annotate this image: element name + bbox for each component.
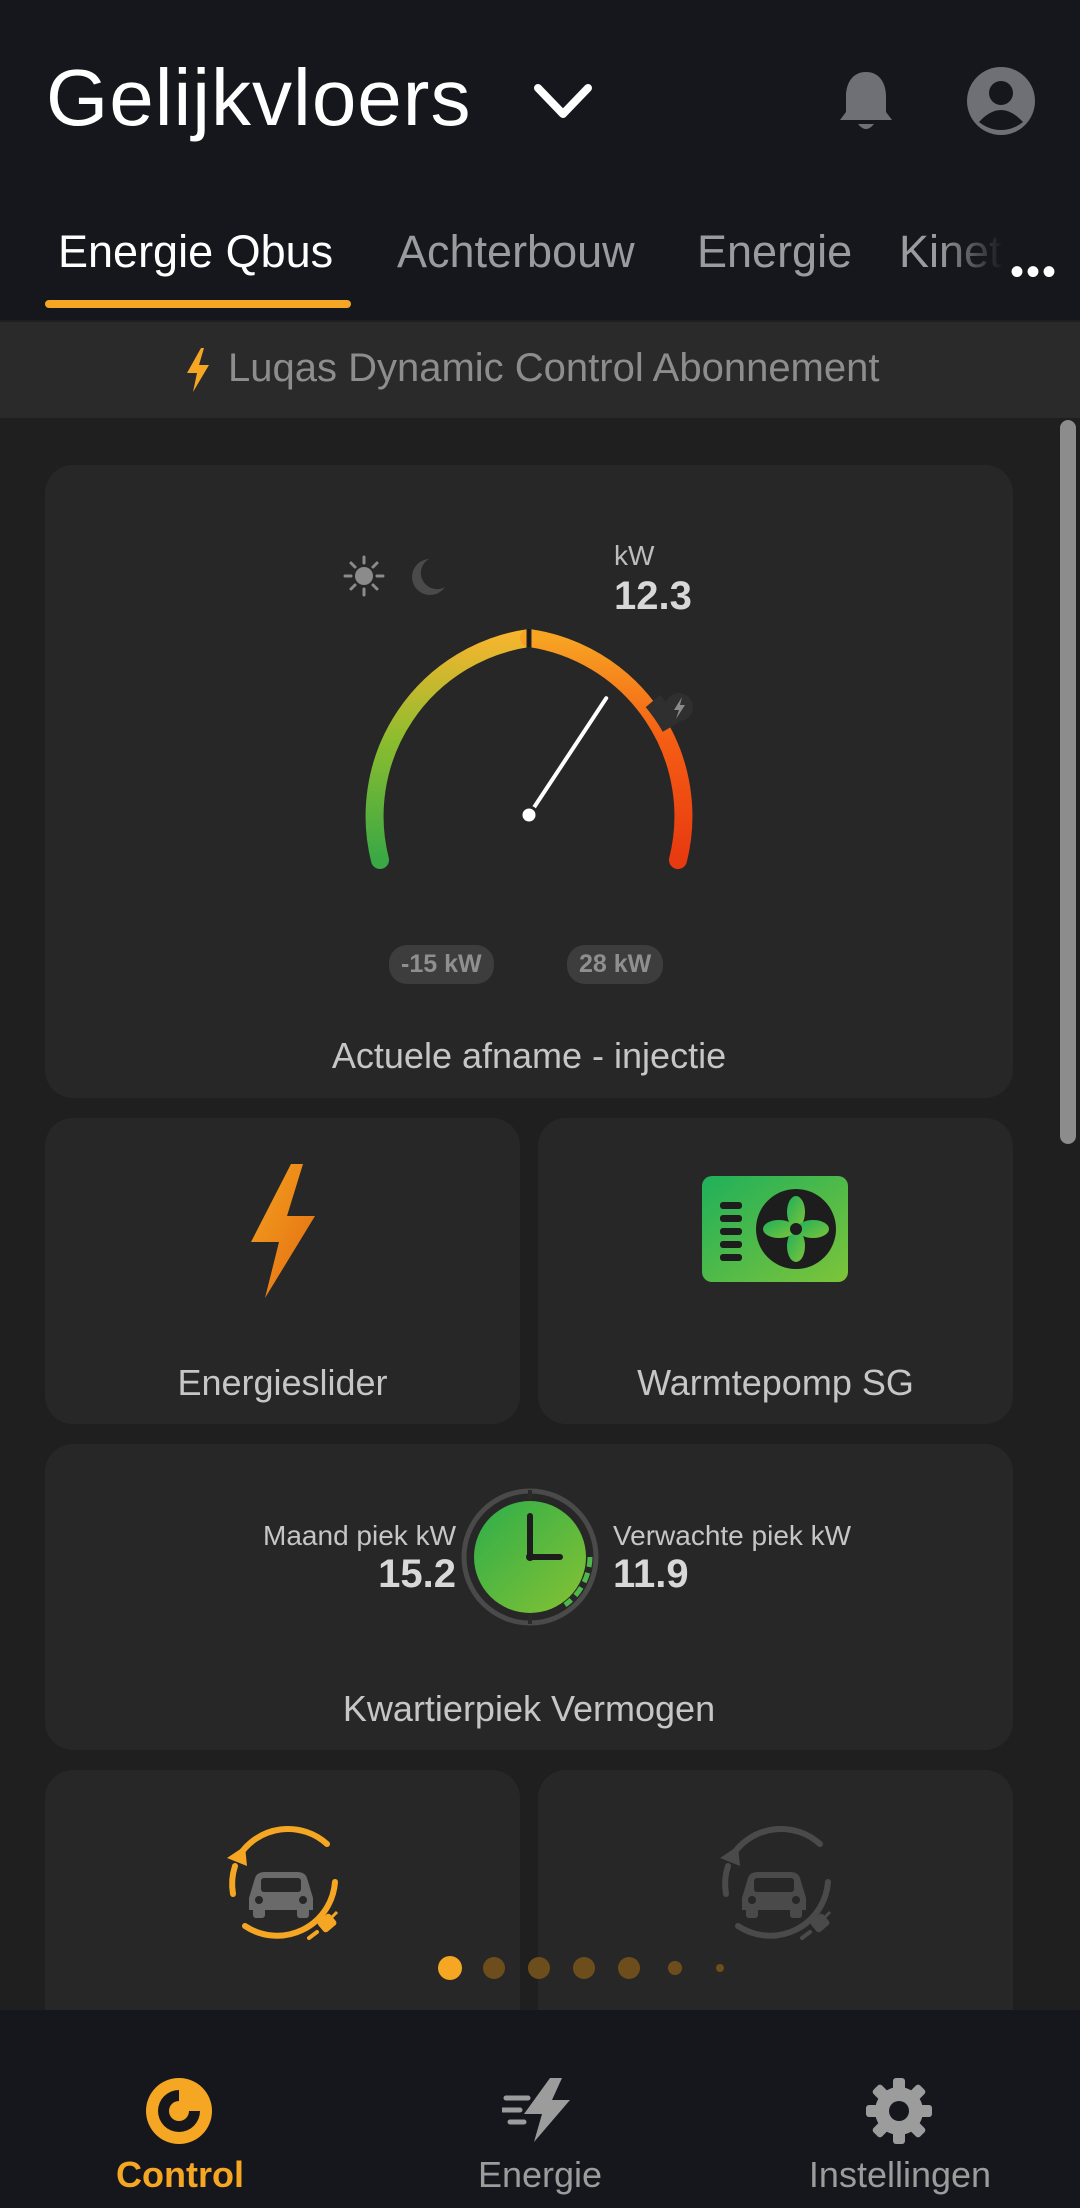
day-night-icon	[343, 555, 445, 597]
bottom-navigation: Control Energie Instellingen	[0, 2010, 1080, 2208]
lightning-bolt-icon	[251, 1164, 315, 1298]
month-peak-label: Maand piek kW	[263, 1520, 456, 1551]
pager-dot[interactable]	[668, 1961, 682, 1975]
nav-energie[interactable]: Energie	[440, 2010, 640, 2208]
nav-instellingen-label: Instellingen	[808, 2154, 992, 2195]
warmtepomp-tile[interactable]: Warmtepomp SG	[538, 1118, 1013, 1424]
pager-dot[interactable]	[573, 1957, 595, 1979]
tab-achterbouw[interactable]: Achterbouw	[397, 226, 635, 278]
quarter-peak-label: Kwartierpiek Vermogen	[342, 1688, 716, 1729]
energy-bolt-icon	[502, 2078, 570, 2142]
expected-peak-label: Verwachte piek kW	[613, 1520, 852, 1551]
chevron-down-icon[interactable]	[530, 76, 596, 126]
warmtepomp-label: Warmtepomp SG	[637, 1362, 914, 1403]
ev-charging-icon	[227, 1825, 339, 1940]
nav-instellingen[interactable]: Instellingen	[800, 2010, 1000, 2208]
gauge-unit: kW	[614, 540, 655, 571]
nav-control-label: Control	[116, 2154, 244, 2195]
banner-text: Luqas Dynamic Control Abonnement	[228, 346, 880, 390]
gear-icon	[866, 2078, 932, 2144]
month-peak-value: 15.2	[378, 1552, 456, 1596]
tab-bar: Energie Qbus Achterbouw Energie Kinet ••…	[0, 218, 1080, 318]
energieslider-label: Energieslider	[177, 1362, 388, 1403]
pager-dot[interactable]	[716, 1964, 724, 1972]
power-gauge-card[interactable]: kW 12.3 -15 kW 28 kW Actuele afname - in…	[45, 465, 1013, 1098]
pager-dot[interactable]	[618, 1957, 640, 1979]
quarter-peak-card[interactable]: Maand piek kW 15.2 Verwachte piek kW 11.…	[45, 1444, 1013, 1750]
tab-energie[interactable]: Energie	[697, 226, 852, 278]
power-gauge	[365, 627, 693, 869]
subscription-banner[interactable]: Luqas Dynamic Control Abonnement	[0, 322, 1080, 418]
scrollbar[interactable]	[1060, 420, 1076, 1144]
location-title[interactable]: Gelijkvloers	[46, 52, 471, 144]
gauge-min-label: -15 kW	[389, 945, 494, 984]
control-icon	[146, 2078, 212, 2144]
account-icon[interactable]	[966, 66, 1036, 136]
heat-pump-icon	[702, 1176, 848, 1282]
ev-charging-icon	[720, 1825, 832, 1940]
pager-dot[interactable]	[528, 1957, 550, 1979]
active-tab-indicator	[45, 300, 351, 308]
pager-dot[interactable]	[483, 1957, 505, 1979]
bell-icon[interactable]	[836, 66, 896, 136]
gauge-card-label: Actuele afname - injectie	[331, 1035, 727, 1076]
ev-charger-tile-1[interactable]	[45, 1770, 520, 2020]
energieslider-tile[interactable]: Energieslider	[45, 1118, 520, 1424]
clock-icon	[461, 1488, 599, 1626]
lightning-icon	[187, 348, 209, 392]
app-header: Gelijkvloers Energie Qbus Achterbouw Ene…	[0, 0, 1080, 320]
gauge-value: 12.3	[614, 574, 692, 618]
nav-control[interactable]: Control	[80, 2010, 280, 2208]
expected-peak-value: 11.9	[613, 1552, 689, 1596]
nav-energie-label: Energie	[477, 2154, 603, 2195]
pager-dot[interactable]	[438, 1956, 462, 1980]
more-tabs-icon[interactable]: •••	[1010, 250, 1058, 295]
ev-charger-tile-2[interactable]	[538, 1770, 1013, 2020]
tab-energie-qbus[interactable]: Energie Qbus	[58, 226, 333, 278]
gauge-max-label: 28 kW	[567, 945, 664, 984]
